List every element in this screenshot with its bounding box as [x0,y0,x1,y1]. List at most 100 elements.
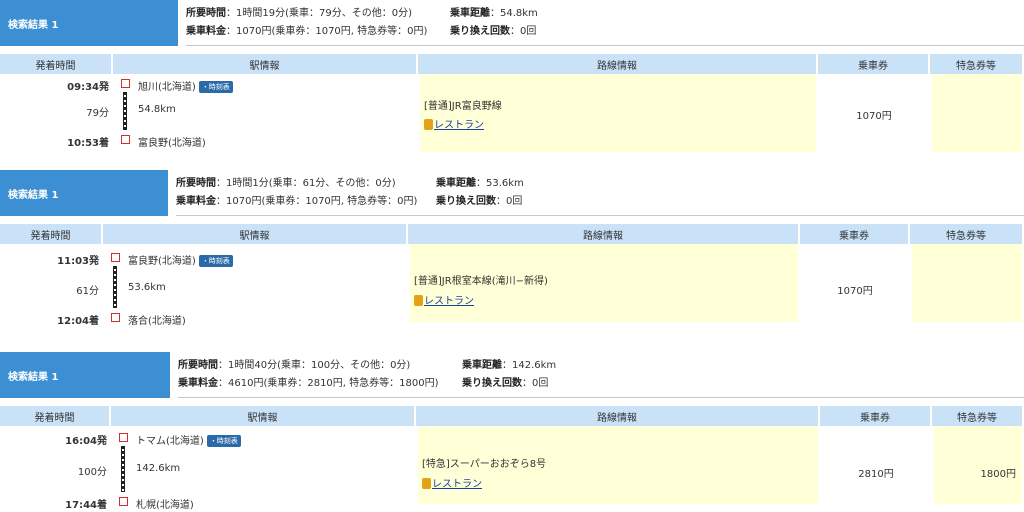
header-route: 路線情報 [416,406,820,426]
ride-duration: 79分 [86,108,109,119]
arrival-station[interactable]: 富良野(北海道) [138,134,206,149]
summary-fare: 乗車料金：1070円(乗車券：1070円, 特急券等：0円) [186,22,427,37]
summary-dist-label: 乗車距離 [450,8,490,19]
arrival-station-marker [111,313,120,322]
header-time: 発着時間 [0,406,111,426]
restaurant-link[interactable]: レストラン [414,292,474,307]
summary-transfer-value: ：0回 [510,26,537,37]
departure-station-marker [121,79,130,88]
summary-dist-label: 乗車距離 [436,178,476,189]
summary-dist: 乗車距離：53.6km [436,174,524,189]
restaurant-label[interactable]: レストラン [434,120,484,131]
result-summary: 所要時間：1時間1分(乗車：61分、その他：0分) 乗車料金：1070円(乗車券：… [176,170,1024,216]
summary-fare-value: ：4610円(乗車券：2810円, 特急券等：1800円) [218,378,439,389]
ticket-fare: 1070円 [856,111,892,122]
header-express: 特急券等 [932,406,1024,426]
header-express: 特急券等 [910,224,1024,244]
summary-transfer-label: 乗り換え回数 [462,378,522,389]
summary-transfer: 乗り換え回数：0回 [450,22,536,37]
summary-transfer: 乗り換え回数：0回 [436,192,522,207]
header-ticket: 乗車券 [800,224,910,244]
departure-station-marker [119,433,128,442]
departure-station-name[interactable]: トマム(北海道) [136,436,204,447]
arrival-station[interactable]: 落合(北海道) [128,312,186,327]
header-time: 発着時間 [0,224,103,244]
departure-station-name[interactable]: 旭川(北海道) [138,82,196,93]
restaurant-link[interactable]: レストラン [422,475,482,490]
restaurant-label[interactable]: レストラン [424,296,474,307]
summary-fare-value: ：1070円(乗車券：1070円, 特急券等：0円) [216,196,418,207]
departure-time: 09:34発 [67,82,109,93]
summary-dist-label: 乗車距離 [462,360,502,371]
summary-time-value: ：1時間40分(乗車：100分、その他：0分) [218,360,411,371]
header-station: 駅情報 [103,224,408,244]
summary-dist: 乗車距離：142.6km [462,356,556,371]
arrival-time: 17:44着 [65,500,107,511]
timetable-button[interactable]: ・時刻表 [198,255,233,267]
result-title: 検索結果 1 [0,170,168,216]
summary-dist-value: ：53.6km [476,178,524,189]
ride-distance: 142.6km [136,463,181,474]
summary-time-value: ：1時間19分(乗車：79分、その他：0分) [226,8,412,19]
route-name: [普通]JR富良野線 [424,101,502,112]
route-line [113,266,117,308]
arrival-station[interactable]: 札幌(北海道) [136,496,194,511]
header-ticket: 乗車券 [818,54,930,74]
restaurant-icon [414,295,423,306]
result-section: 検索結果 1 所要時間：1時間19分(乗車：79分、その他：0分) 乗車料金：107… [0,0,1024,160]
timetable-button[interactable]: ・時刻表 [206,435,241,447]
summary-time-label: 所要時間 [186,8,226,19]
result-section: 検索結果 1 所要時間：1時間1分(乗車：61分、その他：0分) 乗車料金：1070… [0,170,1024,330]
result-title: 検索結果 1 [0,0,178,46]
summary-fare: 乗車料金：1070円(乗車券：1070円, 特急券等：0円) [176,192,417,207]
arrival-time: 12:04着 [57,316,99,327]
ticket-fare: 2810円 [858,469,894,480]
departure-station-name[interactable]: 富良野(北海道) [128,256,196,267]
summary-dist-value: ：54.8km [490,8,538,19]
summary-transfer: 乗り換え回数：0回 [462,374,548,389]
summary-time: 所要時間：1時間40分(乗車：100分、その他：0分) [178,356,410,371]
route-line [123,92,127,130]
ride-distance: 54.8km [138,104,176,115]
route-cell [420,74,816,152]
header-station: 駅情報 [111,406,416,426]
header-route: 路線情報 [408,224,800,244]
summary-fare-value: ：1070円(乗車券：1070円, 特急券等：0円) [226,26,428,37]
arrival-time: 10:53着 [67,138,109,149]
summary-time-value: ：1時間1分(乗車：61分、その他：0分) [216,178,396,189]
restaurant-link[interactable]: レストラン [424,116,484,131]
summary-fare-label: 乗車料金 [178,378,218,389]
header-express: 特急券等 [930,54,1024,74]
express-cell [912,244,1022,322]
departure-station-marker [111,253,120,262]
arrival-station-marker [121,135,130,144]
summary-transfer-value: ：0回 [496,196,523,207]
route-name: [特急]スーパーおおぞら8号 [422,459,547,470]
ride-duration: 61分 [76,286,99,297]
departure-station[interactable]: 富良野(北海道) ・時刻表 [128,252,233,267]
departure-time: 11:03発 [57,256,99,267]
summary-dist-value: ：142.6km [502,360,557,371]
summary-fare-label: 乗車料金 [186,26,226,37]
summary-fare: 乗車料金：4610円(乗車券：2810円, 特急券等：1800円) [178,374,439,389]
result-summary: 所要時間：1時間19分(乗車：79分、その他：0分) 乗車料金：1070円(乗車券… [186,0,1024,46]
timetable-button[interactable]: ・時刻表 [198,81,233,93]
express-fare: 1800円 [980,469,1016,480]
ride-distance: 53.6km [128,282,166,293]
route-name: [普通]JR根室本線(滝川−新得) [414,276,548,287]
summary-time: 所要時間：1時間19分(乗車：79分、その他：0分) [186,4,412,19]
summary-time-label: 所要時間 [178,360,218,371]
summary-dist: 乗車距離：54.8km [450,4,538,19]
departure-time: 16:04発 [65,436,107,447]
header-route: 路線情報 [418,54,818,74]
header-ticket: 乗車券 [820,406,932,426]
departure-station[interactable]: トマム(北海道) ・時刻表 [136,432,241,447]
summary-time: 所要時間：1時間1分(乗車：61分、その他：0分) [176,174,396,189]
restaurant-label[interactable]: レストラン [432,479,482,490]
departure-station[interactable]: 旭川(北海道) ・時刻表 [138,78,233,93]
header-time: 発着時間 [0,54,113,74]
result-title: 検索結果 1 [0,352,170,398]
header-station: 駅情報 [113,54,418,74]
arrival-station-marker [119,497,128,506]
restaurant-icon [424,119,433,130]
